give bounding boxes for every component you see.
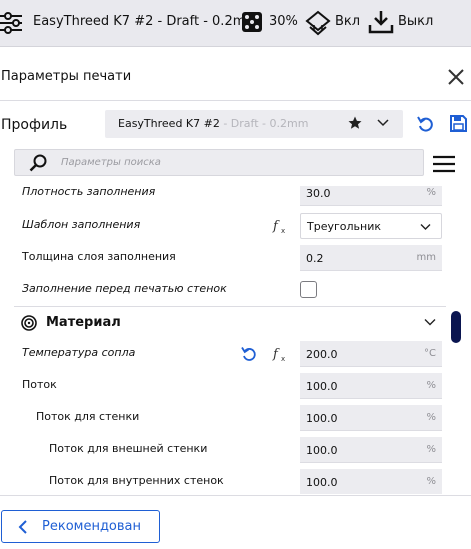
chevron-down-icon [420,224,431,230]
category-label: Материал [46,315,121,330]
setting-row-infill-layer-thickness[interactable]: Толщина слоя заполнения 0.2 mm [0,242,446,274]
setting-value: 100.0 [306,476,338,489]
recommended-mode-button[interactable]: Рекомендован [1,510,160,543]
setting-value-field[interactable]: 200.0 °C [300,341,442,367]
setting-label: Плотность заполнения [22,186,156,198]
profile-dropdown[interactable]: EasyThreed K7 #2 - Draft - 0.2mm [105,110,403,138]
setting-label: Температура сопла [22,346,136,359]
setting-value-field[interactable]: 0.2 mm [300,245,442,271]
profile-label: Профиль [1,117,68,133]
setting-label: Заполнение перед печатью стенок [22,282,227,295]
svg-text:f: f [272,219,280,234]
setting-value: 0.2 [306,252,324,265]
setting-value-field[interactable]: 100.0 % [300,373,442,399]
setting-unit: % [426,476,436,487]
setting-label: Поток [22,378,57,391]
setting-unit: % [426,444,436,455]
infill-pattern-icon[interactable] [240,10,266,36]
function-icon[interactable]: f x [272,218,288,234]
infill-pattern-dropdown[interactable]: Треугольник [300,213,442,239]
undo-icon[interactable] [417,115,435,133]
support-value[interactable]: Вкл [335,14,360,29]
setting-value: 100.0 [306,380,338,393]
profile-name: EasyThreed K7 #2 [118,117,220,130]
header-divider [0,100,471,101]
search-icon [29,154,47,172]
chevron-down-icon [424,319,436,326]
setting-label: Шаблон заполнения [22,218,141,231]
material-spool-icon [21,315,37,331]
profile-subtitle: - Draft - 0.2mm [223,117,309,130]
search-placeholder: Параметры поиска [61,157,161,168]
chevron-down-icon [377,119,389,127]
setting-label: Толщина слоя заполнения [22,250,176,263]
reset-icon[interactable] [241,346,257,362]
svg-text:x: x [281,227,285,234]
infill-value[interactable]: 30% [269,14,298,29]
setting-row-flow[interactable]: Поток 100.0 % [0,370,446,402]
settings-sliders-icon[interactable] [0,10,26,36]
footer-divider [0,495,471,496]
setting-row-nozzle-temperature[interactable]: Температура сопла f x 200.0 °C [0,338,446,370]
function-icon[interactable]: f x [272,346,288,362]
printer-profile-summary[interactable]: EasyThreed K7 #2 - Draft - 0.2mm [33,14,258,29]
toolbar-header: EasyThreed K7 #2 - Draft - 0.2mm 30% Вкл… [0,0,471,47]
settings-scrollbar[interactable] [451,311,461,343]
setting-row-wall-flow[interactable]: Поток для стенки 100.0 % [0,402,446,434]
setting-row-outer-wall-flow[interactable]: Поток для внешней стенки 100.0 % [0,434,446,466]
setting-row-infill-density[interactable]: Плотность заполнения 30.0 % [0,186,446,209]
settings-list[interactable]: Плотность заполнения 30.0 % Шаблон запол… [0,186,471,494]
infill-before-walls-checkbox[interactable] [300,281,317,298]
svg-text:x: x [281,355,285,362]
close-icon[interactable] [446,67,466,87]
setting-value-field[interactable]: 100.0 % [300,437,442,463]
support-icon[interactable] [305,10,331,36]
setting-value: 100.0 [306,444,338,457]
panel-title: Параметры печати [1,69,132,84]
setting-row-infill-before-walls[interactable]: Заполнение перед печатью стенок [0,274,446,306]
setting-label: Поток для внутренних стенок [49,474,224,487]
chevron-left-icon [18,520,27,534]
adhesion-value[interactable]: Выкл [398,14,433,29]
adhesion-icon[interactable] [368,10,394,36]
svg-text:f: f [272,347,280,362]
setting-unit: °C [424,348,436,359]
setting-unit: % [426,187,436,198]
setting-row-inner-wall-flow[interactable]: Поток для внутренних стенок 100.0 % [0,466,446,494]
star-icon[interactable] [348,116,362,130]
setting-value: 30.0 [306,187,331,200]
save-icon[interactable] [450,115,467,132]
profile-name-text: EasyThreed K7 #2 - Draft - 0.2mm [118,117,308,130]
setting-value-field[interactable]: 100.0 % [300,405,442,431]
settings-search-field[interactable]: Параметры поиска [14,149,424,176]
setting-value-field[interactable]: 100.0 % [300,469,442,494]
setting-label: Поток для стенки [36,410,140,423]
setting-label: Поток для внешней стенки [49,442,208,455]
setting-row-infill-pattern[interactable]: Шаблон заполнения f x Треугольник [0,210,446,242]
setting-value: 100.0 [306,412,338,425]
setting-unit: mm [416,252,436,263]
setting-unit: % [426,380,436,391]
setting-value: Треугольник [307,220,381,233]
setting-value-field[interactable]: 30.0 % [300,186,442,206]
setting-unit: % [426,412,436,423]
category-header-material[interactable]: Материал [0,307,446,339]
recommended-button-label: Рекомендован [42,519,142,534]
hamburger-icon[interactable] [433,155,455,173]
setting-value: 200.0 [306,348,338,361]
